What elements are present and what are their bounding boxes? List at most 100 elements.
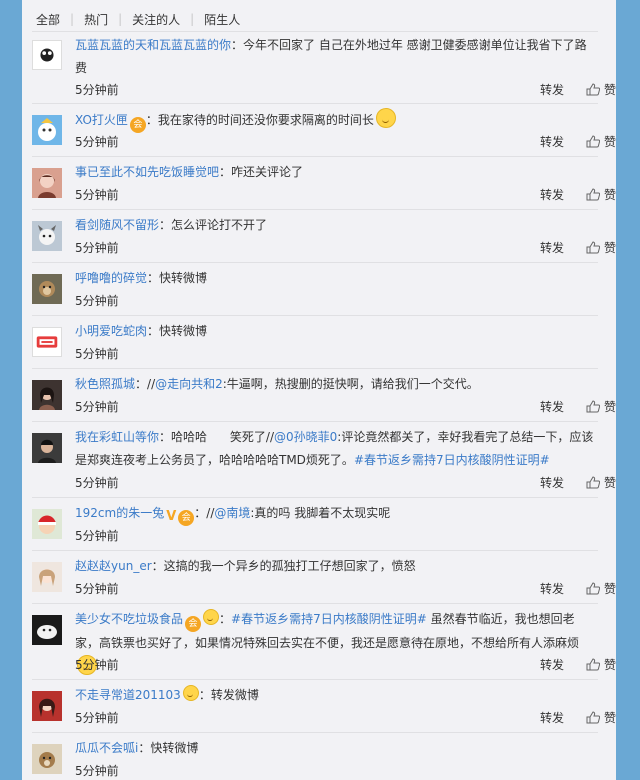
like-button[interactable]: 赞: [586, 239, 616, 256]
smile-emoji-icon: [375, 108, 396, 128]
comment-time: 5分钟前: [75, 658, 119, 672]
santa-avatar[interactable]: [32, 509, 62, 539]
thumb-up-icon: [586, 135, 600, 148]
thumb-up-icon: [586, 83, 600, 96]
puppy-avatar[interactable]: [32, 744, 62, 774]
comment-text: 瓜瓜不会呱i：快转微博: [75, 741, 199, 755]
comment-filter-bar: 全部 | 热门 | 关注的人 | 陌生人: [36, 11, 241, 28]
comment-time: 5分钟前: [75, 582, 119, 596]
comment-username[interactable]: 瓜瓜不会呱i: [75, 741, 138, 755]
comment-item: 事已至此不如先吃饭睡觉吧：咋还关评论了 5分钟前 转发 赞: [22, 156, 616, 209]
comment-username[interactable]: 赵赵赵yun_er: [75, 559, 152, 573]
forward-button[interactable]: 转发: [540, 474, 564, 491]
comment-item: 小明爱吃蛇肉：快转微博 5分钟前: [22, 315, 616, 368]
mention-link[interactable]: @0孙晓菲0: [274, 430, 337, 444]
filter-following[interactable]: 关注的人: [132, 11, 180, 28]
comment-time: 5分钟前: [75, 135, 119, 149]
thumb-up-icon: [586, 658, 600, 671]
comment-text: 看剑随风不留形：怎么评论打不开了: [75, 218, 268, 232]
comment-text: 不走寻常道201103 ：转发微博: [75, 684, 598, 707]
thumb-up-icon: [586, 582, 600, 595]
comment-username[interactable]: 我在彩虹山等你: [75, 430, 159, 444]
member-badge-icon: 会: [178, 510, 195, 526]
comment-time: 5分钟前: [75, 188, 119, 202]
filter-hot[interactable]: 热门: [84, 11, 108, 28]
like-button[interactable]: 赞: [586, 656, 616, 673]
comment-username[interactable]: 不走寻常道201103: [75, 688, 181, 702]
thumb-up-icon: [586, 241, 600, 254]
comment-item: 赵赵赵yun_er：这搞的我一个异乡的孤独打工仔想回家了，愤怒 5分钟前 转发 …: [22, 550, 616, 603]
dog-avatar[interactable]: [32, 221, 62, 251]
anime-avatar[interactable]: [32, 562, 62, 592]
forward-button[interactable]: 转发: [540, 580, 564, 597]
forward-button[interactable]: 转发: [540, 133, 564, 150]
forward-button[interactable]: 转发: [540, 186, 564, 203]
comment-time: 5分钟前: [75, 529, 119, 543]
comment-username[interactable]: 事已至此不如先吃饭睡觉吧: [75, 165, 219, 179]
comment-text: 我在彩虹山等你：哈哈哈 笑死了//@0孙晓菲0:评论竟然都关了，幸好我看完了总结…: [75, 430, 594, 467]
comment-item: 瓦蓝瓦蓝的天和瓦蓝瓦蓝的你：今年不回家了 自己在外地过年 感谢卫健委感谢单位让我…: [22, 31, 616, 103]
comment-item: 看剑随风不留形：怎么评论打不开了 5分钟前 转发 赞: [22, 209, 616, 262]
girl2-avatar[interactable]: [32, 691, 62, 721]
verified-icon: V: [166, 509, 177, 524]
hashtag-link[interactable]: #春节返乡需持7日内核酸阴性证明#: [231, 612, 427, 626]
comment-username[interactable]: 小明爱吃蛇肉: [75, 324, 147, 338]
logo-avatar[interactable]: [32, 327, 62, 357]
comment-item: 呼噜噜的碎觉：快转微博 5分钟前: [22, 262, 616, 315]
woman-avatar[interactable]: [32, 380, 62, 410]
comment-item: 秋色照孤城：//@走向共和2:牛逼啊，热搜删的挺快啊，请给我们一个交代。 5分钟…: [22, 368, 616, 421]
comment-item: XO打火匣会：我在家待的时间还没你要求隔离的时间长 5分钟前 转发 赞: [22, 103, 616, 156]
member-badge-icon: 会: [185, 616, 202, 632]
mention-link[interactable]: @南境: [214, 506, 250, 520]
comment-item: 瓜瓜不会呱i：快转微博 5分钟前: [22, 732, 616, 780]
monkey-avatar[interactable]: [32, 274, 62, 304]
like-button[interactable]: 赞: [586, 133, 616, 150]
comment-text: 美少女不吃垃圾食品会：#春节返乡需持7日内核酸阴性证明# 虽然春节临近，我也想回…: [75, 608, 598, 679]
filter-strangers[interactable]: 陌生人: [204, 11, 240, 28]
hashtag-link[interactable]: #春节返乡需持7日内核酸阴性证明#: [354, 453, 550, 467]
like-button[interactable]: 赞: [586, 580, 616, 597]
comment-text: 小明爱吃蛇肉：快转微博: [75, 324, 208, 338]
comment-username[interactable]: 美少女不吃垃圾食品: [75, 612, 183, 626]
comment-username[interactable]: 瓦蓝瓦蓝的天和瓦蓝瓦蓝的你: [75, 38, 231, 52]
cartoon-avatar[interactable]: [32, 115, 62, 145]
comment-item: 不走寻常道201103 ：转发微博 5分钟前 转发 赞: [22, 679, 616, 732]
forward-button[interactable]: 转发: [540, 239, 564, 256]
forward-button[interactable]: 转发: [540, 81, 564, 98]
comment-item: 美少女不吃垃圾食品会：#春节返乡需持7日内核酸阴性证明# 虽然春节临近，我也想回…: [22, 603, 616, 679]
member-badge-icon: 会: [129, 117, 146, 133]
comment-text: 瓦蓝瓦蓝的天和瓦蓝瓦蓝的你：今年不回家了 自己在外地过年 感谢卫健委感谢单位让我…: [75, 38, 587, 75]
comment-time: 5分钟前: [75, 764, 119, 778]
girl-avatar[interactable]: [32, 168, 62, 198]
cat-avatar[interactable]: [32, 615, 62, 645]
comment-text: 事已至此不如先吃饭睡觉吧：咋还关评论了: [75, 165, 304, 179]
mention-link[interactable]: @走向共和2: [155, 377, 223, 391]
comment-panel: 全部 | 热门 | 关注的人 | 陌生人 瓦蓝瓦蓝的天和瓦蓝瓦蓝的你：今年不回家…: [22, 0, 616, 780]
face-icon: [182, 685, 199, 701]
panda-avatar[interactable]: [32, 40, 62, 70]
comment-username[interactable]: XO打火匣: [75, 113, 128, 127]
like-button[interactable]: 赞: [586, 709, 616, 726]
forward-button[interactable]: 转发: [540, 398, 564, 415]
comment-username[interactable]: 192cm的朱一兔: [75, 506, 164, 520]
forward-button[interactable]: 转发: [540, 656, 564, 673]
like-button[interactable]: 赞: [586, 398, 616, 415]
comment-text: 呼噜噜的碎觉：快转微博: [75, 271, 208, 285]
comment-item: 192cm的朱一兔 V 会：//@南境:真的吗 我脚着不太现实呢 5分钟前: [22, 497, 616, 550]
comment-time: 5分钟前: [75, 476, 119, 490]
comment-time: 5分钟前: [75, 347, 119, 361]
filter-all[interactable]: 全部: [36, 11, 60, 28]
man-avatar[interactable]: [32, 433, 62, 463]
forward-button[interactable]: 转发: [540, 709, 564, 726]
like-button[interactable]: 赞: [586, 186, 616, 203]
thumb-up-icon: [586, 711, 600, 724]
comment-text: 秋色照孤城：//@走向共和2:牛逼啊，热搜删的挺快啊，请给我们一个交代。: [75, 377, 479, 391]
like-button[interactable]: 赞: [586, 81, 616, 98]
comment-time: 5分钟前: [75, 711, 119, 725]
comment-username[interactable]: 秋色照孤城: [75, 377, 135, 391]
comment-username[interactable]: 看剑随风不留形: [75, 218, 159, 232]
like-button[interactable]: 赞: [586, 474, 616, 491]
comment-username[interactable]: 呼噜噜的碎觉: [75, 271, 147, 285]
comment-time: 5分钟前: [75, 294, 119, 308]
comment-item: 我在彩虹山等你：哈哈哈 笑死了//@0孙晓菲0:评论竟然都关了，幸好我看完了总结…: [22, 421, 616, 497]
